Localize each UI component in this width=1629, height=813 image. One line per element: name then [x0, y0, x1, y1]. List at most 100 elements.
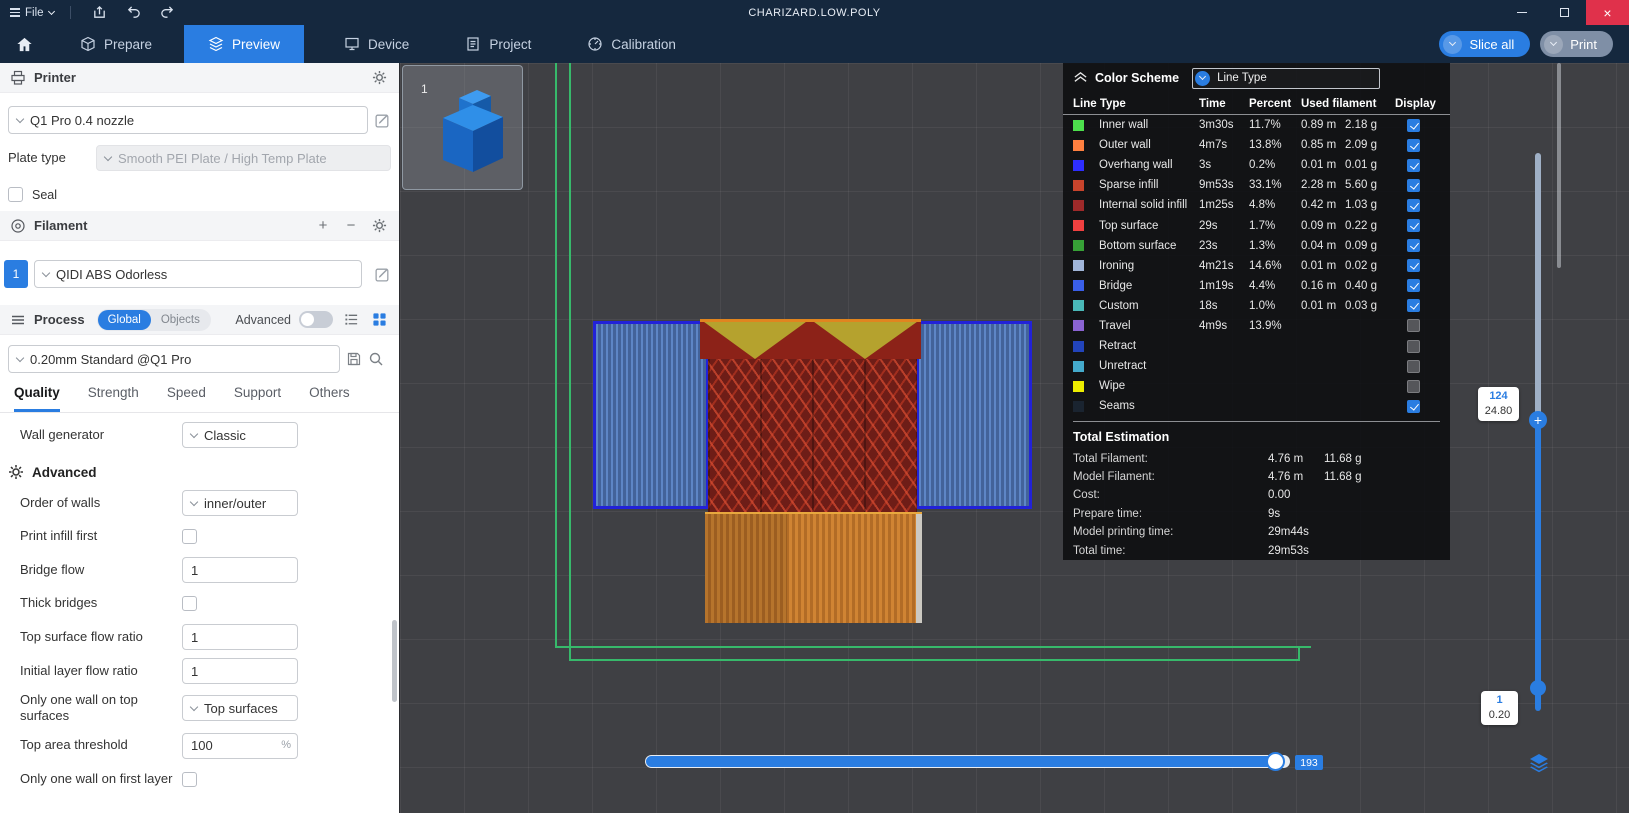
only-one-wall-first-layer-checkbox[interactable] [182, 771, 197, 787]
scope-objects-button[interactable]: Objects [151, 314, 210, 326]
tab-support[interactable]: Support [234, 385, 281, 412]
filament-weight-value: 1.03 g [1345, 199, 1377, 212]
initial-layer-flow-ratio-input[interactable] [182, 658, 298, 684]
tab-others[interactable]: Others [309, 385, 350, 412]
tab-strength[interactable]: Strength [88, 385, 139, 412]
search-preset-button[interactable] [368, 351, 384, 367]
file-menu[interactable]: File [10, 7, 55, 19]
display-checkbox[interactable] [1407, 259, 1420, 273]
list-icon [344, 314, 357, 325]
display-checkbox[interactable] [1407, 279, 1420, 293]
tab-project[interactable]: Project [441, 25, 555, 63]
chevron-down-icon [1449, 38, 1457, 47]
tab-calibration[interactable]: Calibration [563, 25, 700, 63]
move-slider-value: 193 [1295, 755, 1323, 770]
printer-select[interactable]: Q1 Pro 0.4 nozzle [8, 106, 368, 134]
layer-slider-top-handle[interactable]: + [1529, 411, 1547, 429]
close-button[interactable]: × [1586, 0, 1629, 25]
slice-all-button[interactable]: Slice all [1439, 31, 1531, 57]
top-layer-height: 24.80 [1484, 405, 1513, 417]
advanced-toggle[interactable] [299, 311, 333, 328]
bridge-flow-input[interactable] [182, 557, 298, 583]
line-type-label: Bottom surface [1099, 239, 1177, 252]
line-type-label: Inner wall [1099, 119, 1149, 132]
display-checkbox[interactable] [1407, 379, 1420, 393]
tab-label: Project [489, 36, 532, 52]
display-checkbox[interactable] [1407, 198, 1420, 212]
tab-preview[interactable]: Preview [184, 25, 305, 63]
add-layer-marker-icon: + [1533, 412, 1543, 428]
tab-device[interactable]: Device [320, 25, 433, 63]
undo-button[interactable] [121, 0, 147, 25]
display-checkbox[interactable] [1407, 158, 1420, 172]
printer-settings-button[interactable] [369, 68, 389, 88]
selected-value: Top surfaces [204, 700, 278, 716]
parameter-grid-button[interactable] [369, 310, 389, 330]
save-preset-button[interactable] [346, 351, 362, 367]
gear-icon [372, 70, 386, 85]
color-scheme-select[interactable]: Line Type [1192, 67, 1381, 89]
process-preset-select[interactable]: 0.20mm Standard @Q1 Pro [8, 345, 340, 373]
order-of-walls-select[interactable]: inner/outer [182, 490, 298, 516]
edit-printer-button[interactable] [374, 112, 391, 129]
setting-label: Initial layer flow ratio [20, 662, 138, 678]
move-slider-track[interactable] [645, 752, 1290, 771]
display-checkbox[interactable] [1407, 219, 1420, 233]
display-checkbox[interactable] [1407, 359, 1420, 373]
time-value: 23s [1199, 239, 1218, 252]
display-checkbox[interactable] [1407, 138, 1420, 152]
line-type-color-swatch [1073, 220, 1084, 232]
add-filament-button[interactable]: + [313, 216, 333, 236]
line-type-label: Sparse infill [1099, 179, 1159, 192]
tab-label: Calibration [611, 36, 676, 52]
minimize-button[interactable] [1500, 0, 1543, 25]
sidebar-scrollbar[interactable] [392, 620, 397, 702]
wall-generator-select[interactable]: Classic [182, 422, 298, 448]
edit-filament-button[interactable] [374, 266, 391, 283]
parameter-list-button[interactable] [341, 310, 361, 330]
redo-button[interactable] [155, 0, 181, 25]
display-checkbox[interactable] [1407, 339, 1420, 353]
total-row: Total Filament: 4.76 m 11.68 g [1063, 449, 1450, 467]
plate-thumbnail[interactable]: 1 [402, 65, 523, 190]
layer-slider-track[interactable] [1535, 153, 1541, 711]
slice-options-dropdown[interactable] [1443, 34, 1463, 54]
thick-bridges-checkbox[interactable] [182, 596, 197, 611]
setting-row: Initial layer flow ratio [0, 654, 399, 688]
print-infill-first-checkbox[interactable] [182, 529, 197, 544]
plate-type-select[interactable]: Smooth PEI Plate / High Temp Plate [96, 145, 391, 171]
maximize-button[interactable] [1543, 0, 1586, 25]
move-slider-handle[interactable] [1266, 752, 1285, 771]
home-button[interactable] [0, 25, 48, 63]
tab-speed[interactable]: Speed [167, 385, 206, 412]
filament-slot-1[interactable]: 1 [4, 260, 28, 288]
time-value: 4m7s [1199, 139, 1228, 152]
print-options-dropdown[interactable] [1544, 34, 1564, 54]
display-checkbox[interactable] [1407, 319, 1420, 333]
tab-prepare[interactable]: Prepare [56, 25, 176, 63]
viewport-scrollbar[interactable] [1557, 63, 1561, 268]
only-one-wall-top-select[interactable]: Top surfaces [182, 695, 298, 722]
print-button[interactable]: Print [1540, 31, 1613, 57]
display-checkbox[interactable] [1407, 399, 1420, 413]
3d-viewport[interactable]: 1 Color Scheme Line Type Line Type Time … [400, 63, 1629, 813]
seal-checkbox[interactable] [8, 187, 23, 202]
col-line-type: Line Type [1073, 97, 1126, 110]
plate-type-label: Plate type [8, 149, 66, 165]
filament-select[interactable]: QIDI ABS Odorless [34, 260, 362, 288]
layer-slider-bottom-handle[interactable] [1530, 680, 1546, 696]
display-checkbox[interactable] [1407, 239, 1420, 253]
remove-filament-button[interactable]: − [341, 216, 361, 236]
filament-settings-button[interactable] [369, 216, 389, 236]
tab-quality[interactable]: Quality [14, 385, 60, 412]
filament-length-value: 0.16 m [1301, 279, 1337, 292]
top-surface-flow-ratio-input[interactable] [182, 624, 298, 650]
display-checkbox[interactable] [1407, 118, 1420, 132]
app-window: CHARIZARD.LOW.POLY File × Prepare Previe… [0, 0, 1629, 813]
scope-global-button[interactable]: Global [97, 309, 151, 330]
display-checkbox[interactable] [1407, 178, 1420, 192]
layers-view-button[interactable] [1525, 749, 1553, 777]
export-button[interactable] [87, 0, 113, 25]
display-checkbox[interactable] [1407, 299, 1420, 313]
filament-weight-value: 2.09 g [1345, 139, 1377, 152]
